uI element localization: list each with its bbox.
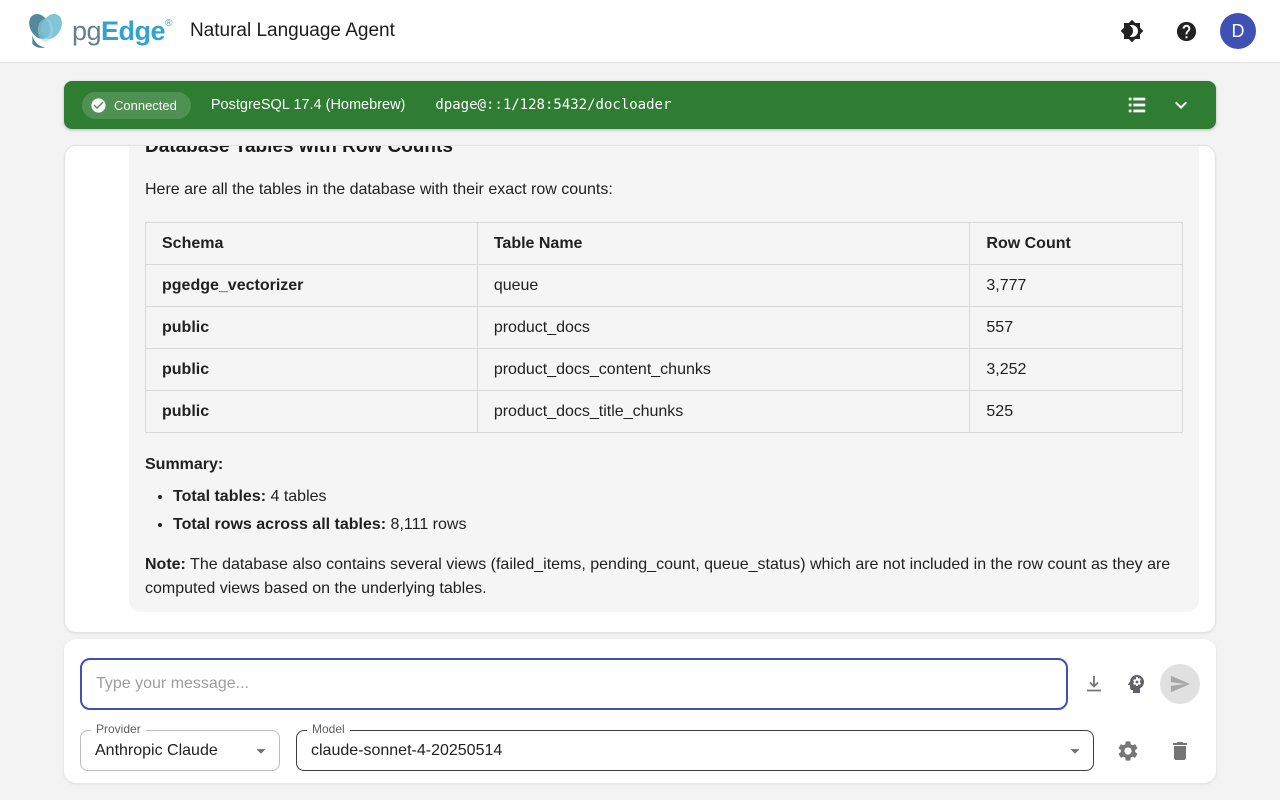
send-button[interactable] — [1160, 664, 1200, 704]
trash-icon — [1168, 739, 1192, 763]
pgedge-logo-icon — [24, 11, 68, 51]
table-cell: product_docs_content_chunks — [477, 349, 970, 391]
summary-item: Total tables: 4 tables — [173, 485, 1183, 509]
table-cell: 525 — [970, 391, 1183, 433]
table-header-cell: Row Count — [970, 223, 1183, 265]
provider-select-value: Anthropic Claude — [81, 742, 218, 760]
table-cell: public — [146, 349, 478, 391]
composer-panel: Provider Anthropic Claude Model claude-s… — [64, 639, 1216, 783]
table-cell: queue — [477, 265, 970, 307]
table-row: publicproduct_docs_content_chunks3,252 — [146, 349, 1183, 391]
connection-bar: Connected PostgreSQL 17.4 (Homebrew) dpa… — [64, 81, 1216, 129]
model-select-label: Model — [307, 722, 350, 736]
pgedge-logo: pgEdge® — [24, 11, 172, 51]
table-row: publicproduct_docs_title_chunks525 — [146, 391, 1183, 433]
model-select-value: claude-sonnet-4-20250514 — [297, 742, 502, 760]
table-cell: public — [146, 391, 478, 433]
connection-string: dpage@::1/128:5432/docloader — [435, 97, 671, 113]
table-cell: 557 — [970, 307, 1183, 349]
chat-history-panel[interactable]: Database Tables with Row Counts Here are… — [64, 145, 1216, 633]
app-header: pgEdge® Natural Language Agent D — [0, 0, 1280, 63]
connection-list-button[interactable] — [1120, 88, 1154, 122]
download-button[interactable] — [1074, 664, 1114, 704]
table-body: pgedge_vectorizerqueue3,777publicproduct… — [146, 265, 1183, 433]
model-select[interactable]: Model claude-sonnet-4-20250514 — [296, 730, 1094, 771]
page-title: Natural Language Agent — [190, 20, 395, 42]
message-input[interactable] — [80, 658, 1068, 710]
psychology-icon — [1124, 672, 1148, 696]
table-cell: public — [146, 307, 478, 349]
table-cell: product_docs — [477, 307, 970, 349]
send-icon — [1169, 673, 1191, 695]
summary-item: Total rows across all tables: 8,111 rows — [173, 513, 1183, 537]
dropdown-arrow-icon — [250, 740, 272, 762]
settings-button[interactable] — [1108, 731, 1148, 771]
connection-expand-button[interactable] — [1164, 88, 1198, 122]
assistant-message: Database Tables with Row Counts Here are… — [129, 145, 1199, 612]
dropdown-arrow-icon — [1064, 740, 1086, 762]
pgedge-wordmark: pgEdge® — [72, 16, 172, 47]
summary-list: Total tables: 4 tables Total rows across … — [145, 485, 1183, 537]
connection-status-label: Connected — [114, 98, 177, 113]
page: pgEdge® Natural Language Agent D Connect… — [0, 0, 1280, 800]
message-intro: Here are all the tables in the database … — [145, 178, 1183, 202]
note-label: Note: — [145, 556, 186, 573]
provider-select[interactable]: Provider Anthropic Claude — [80, 730, 280, 771]
check-circle-icon — [90, 97, 107, 114]
user-avatar[interactable]: D — [1220, 13, 1256, 49]
chevron-down-icon — [1169, 93, 1193, 117]
server-version-label: PostgreSQL 17.4 (Homebrew) — [211, 97, 406, 113]
gear-icon — [1116, 739, 1140, 763]
table-cell: product_docs_title_chunks — [477, 391, 970, 433]
message-heading: Database Tables with Row Counts — [145, 145, 1183, 160]
help-button[interactable] — [1166, 11, 1206, 51]
table-cell: 3,777 — [970, 265, 1183, 307]
provider-select-label: Provider — [91, 722, 146, 736]
connection-status-badge: Connected — [82, 92, 191, 119]
message-note: Note: The database also contains several… — [145, 553, 1183, 601]
download-icon — [1082, 672, 1106, 696]
summary-label: Summary: — [145, 453, 1183, 477]
table-header-cell: Schema — [146, 223, 478, 265]
help-icon — [1175, 20, 1198, 43]
table-row: pgedge_vectorizerqueue3,777 — [146, 265, 1183, 307]
row-count-table: SchemaTable NameRow Count pgedge_vectori… — [145, 222, 1183, 433]
theme-toggle-button[interactable] — [1112, 11, 1152, 51]
table-cell: 3,252 — [970, 349, 1183, 391]
note-text: The database also contains several views… — [145, 556, 1170, 597]
table-cell: pgedge_vectorizer — [146, 265, 478, 307]
clear-chat-button[interactable] — [1160, 731, 1200, 771]
table-header-row: SchemaTable NameRow Count — [146, 223, 1183, 265]
connection-list-icon — [1126, 94, 1148, 116]
table-row: publicproduct_docs557 — [146, 307, 1183, 349]
thinking-toggle-button[interactable] — [1116, 664, 1156, 704]
theme-toggle-icon — [1120, 19, 1144, 43]
table-header-cell: Table Name — [477, 223, 970, 265]
